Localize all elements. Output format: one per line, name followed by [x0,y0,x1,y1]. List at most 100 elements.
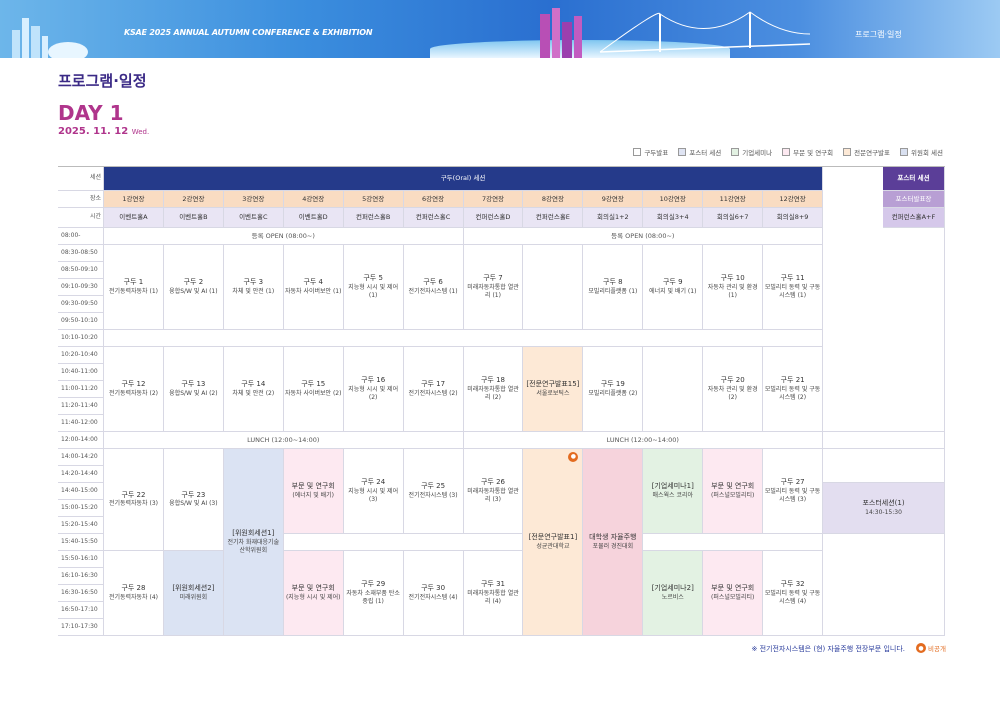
division-session-cell[interactable]: 부문 및 연구회 (에너지 및 배기) [283,449,344,534]
session-desc: 전기동력자동차 (2) [108,389,158,397]
session-cell[interactable]: 구두 12 전기동력자동차 (2) [104,347,164,432]
poster-session-cell[interactable]: 포스터세션(1) 14:30-15:30 [823,483,945,534]
session-cell[interactable]: 구두 11 모빌리티 동력 및 구동 시스템 (1) [763,245,824,330]
session-desc: 미래자동차통합 열관리 (1) [467,283,519,299]
session-cell[interactable]: 구두 4 자동차 사이버보안 (1) [283,245,344,330]
research-session-cell[interactable]: [전문연구발표15] 서울로보틱스 [523,347,584,432]
session-cell[interactable]: 구두 6 전기전자시스템 (1) [403,245,464,330]
session-title: [기업세미나1] [651,482,694,491]
session-cell[interactable]: 구두 2 융합S/W 및 AI (1) [163,245,224,330]
room-2: 2강연장 [163,191,224,208]
hall-9: 회의실1+2 [583,208,644,228]
session-cell[interactable]: 구두 26 미래자동차통합 열관리 (3) [463,449,524,534]
band-time: (08:00~) [285,231,315,240]
session-cell[interactable]: 구두 24 지능형 시시 및 제어 (3) [343,449,404,534]
session-desc: 노르비스 [661,593,684,601]
session-desc: 자동차 사이버보안 (1) [284,287,342,295]
session-desc: 모빌리티플랫폼 (2) [588,389,638,397]
day-title: DAY 1 [58,101,124,125]
session-desc: 전기전자시스템 (3) [408,491,458,499]
header-banner: KSAE 2025 ANNUAL AUTUMN CONFERENCE & EXH… [0,0,1000,58]
time-slot: 14:00-14:20 [58,449,104,466]
session-cell[interactable]: 구두 13 융합S/W 및 AI (2) [163,347,224,432]
session-cell[interactable]: 구두 25 전기전자시스템 (3) [403,449,464,534]
session-cell[interactable]: 구두 28 전기동력자동차 (4) [104,551,164,636]
legend-label: 위원회 세션 [911,149,943,157]
footnote: ※ 전기전자시스템은 (현) 자율주행 전장부문 입니다. [751,645,905,653]
committee-session-cell[interactable]: [위원회세션1] 전기차 화재대응기술 산학위원회 [223,449,284,636]
session-cell[interactable]: 구두 23 융합S/W 및 AI (3) [163,449,224,551]
session-cell[interactable]: 구두 5 지능형 시시 및 제어 (1) [343,245,404,330]
division-session-cell[interactable]: 부문 및 연구회 (퍼스널모빌리티) [703,551,764,636]
session-desc: 전기동력자동차 (3) [108,500,158,508]
time-slot: 16:10-16:30 [58,568,104,585]
session-title: 구두 2 [183,278,204,287]
session-cell[interactable]: 구두 14 차체 및 안전 (2) [223,347,284,432]
session-cell[interactable]: 구두 32 모빌리티 동력 및 구동 시스템 (4) [763,551,824,636]
session-desc: 지능형 시시 및 제어 (3) [348,487,399,503]
company-seminar-cell[interactable]: [기업세미나2] 노르비스 [643,551,704,636]
time-slot: 15:50-16:10 [58,551,104,568]
session-desc: (지능형 시시 및 제어) [285,593,341,601]
session-cell[interactable]: 구두 21 모빌리티 동력 및 구동 시스템 (2) [763,347,824,432]
legend-item: 기업세미나 [731,147,772,157]
session-desc: 성균관대학교 [536,542,570,550]
division-session-cell[interactable]: 부문 및 연구회 (지능형 시시 및 제어) [283,551,344,636]
room-7: 7강연장 [463,191,524,208]
session-desc: 모빌리티 동력 및 구동 시스템 (4) [764,589,821,605]
session-desc: 차체 및 안전 (1) [232,287,275,295]
session-title: 구두 26 [480,478,505,487]
session-cell[interactable]: 구두 15 자동차 사이버보안 (2) [283,347,344,432]
band-label: 등록 OPEN [251,231,284,240]
weekday-text: Wed. [131,128,150,136]
session-title: 포스터세션(1) [862,499,905,508]
session-cell[interactable]: 구두 19 모빌리티플랫폼 (2) [583,347,644,432]
student-competition-cell[interactable]: 대학생 자율주행 포뮬러 경진대회 [583,449,644,636]
session-cell[interactable]: 구두 20 자동차 관리 및 환경 (2) [703,347,764,432]
lock-icon: ● [568,452,579,462]
hall-8: 컨퍼런스홀E [523,208,584,228]
hall-1: 이벤트홀A [104,208,164,228]
lunch-poster-area [823,432,945,449]
session-cell[interactable]: 구두 30 전기전자시스템 (4) [403,551,464,636]
session-cell[interactable]: 구두 31 미래자동차통합 열관리 (4) [463,551,524,636]
session-cell[interactable]: 구두 3 차체 및 안전 (1) [223,245,284,330]
session-title: 구두 13 [181,380,206,389]
room-5: 5강연장 [343,191,404,208]
lunch-band-right: LUNCH (12:00~14:00) [463,432,824,449]
session-cell[interactable]: 구두 10 자동차 관리 및 환경 (1) [703,245,764,330]
row-label-session: 세션 [58,167,104,191]
hall-2: 이벤트홀B [163,208,224,228]
session-desc: 미래위원회 [179,593,208,601]
nav-program-link[interactable]: 프로그램·일정 [855,29,902,40]
session-cell[interactable]: 구두 22 전기동력자동차 (3) [104,449,164,551]
lock-icon: ● [916,643,926,653]
session-title: 구두 7 [483,274,503,283]
session-cell[interactable]: 구두 1 전기동력자동차 (1) [104,245,164,330]
room-9: 9강연장 [583,191,644,208]
legend-swatch [731,148,740,156]
company-seminar-cell[interactable]: [기업세미나1] 매스웍스 코리아 [643,449,704,534]
session-cell[interactable]: 구두 27 모빌리티 동력 및 구동 시스템 (3) [763,449,824,534]
committee-session-cell[interactable]: [위원회세션2] 미래위원회 [163,551,224,636]
session-title: 구두 16 [361,376,386,385]
session-cell[interactable]: 구두 8 모빌리티플랫폼 (1) [583,245,644,330]
poster-empty-area [823,228,945,432]
session-cell[interactable]: 구두 29 자동차 소재부품 탄소중립 (1) [343,551,404,636]
research-session-cell[interactable]: ● [전문연구발표1] 성균관대학교 [523,449,584,636]
session-desc: 모빌리티 동력 및 구동 시스템 (2) [764,385,821,401]
session-cell[interactable]: 구두 16 지능형 시시 및 제어 (2) [343,347,404,432]
division-session-cell[interactable]: 부문 및 연구회 (퍼스널모빌리티) [703,449,764,534]
session-cell[interactable]: 구두 7 미래자동차통합 열관리 (1) [463,245,524,330]
session-title: 구두 5 [363,274,383,283]
session-title: 구두 8 [603,278,623,287]
session-cell[interactable]: 구두 17 전기전자시스템 (2) [403,347,464,432]
room-12: 12강연장 [763,191,824,208]
room-11: 11강연장 [703,191,764,208]
session-cell[interactable]: 구두 18 미래자동차통합 열관리 (2) [463,347,524,432]
session-title: 구두 11 [780,274,805,283]
session-title: 구두 9 [662,278,683,287]
hall-12: 회의실8+9 [763,208,824,228]
session-cell[interactable]: 구두 9 에너지 및 배기 (1) [643,245,704,330]
legend-swatch [843,148,852,156]
